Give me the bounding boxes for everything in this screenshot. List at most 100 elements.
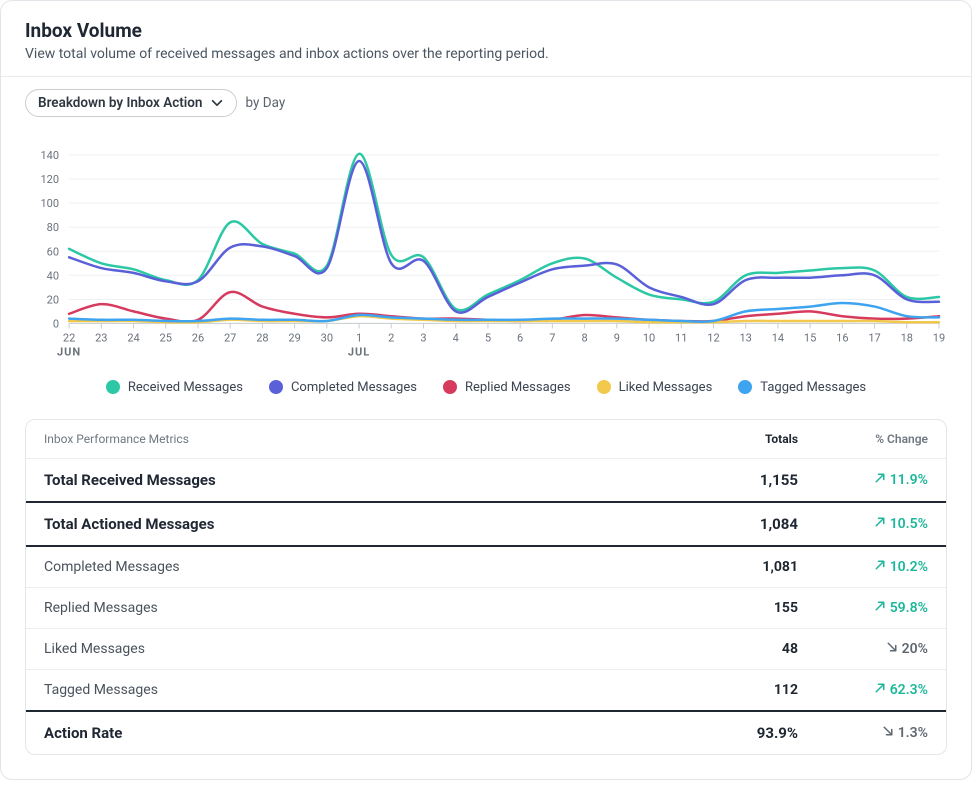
- svg-text:40: 40: [47, 269, 59, 282]
- legend-label: Received Messages: [128, 380, 243, 395]
- svg-text:13: 13: [739, 331, 751, 344]
- metric-change: 11.9%: [798, 472, 928, 488]
- controls-row: Breakdown by Inbox Action by Day: [1, 77, 971, 117]
- metric-change: 62.3%: [798, 682, 928, 698]
- legend-swatch: [443, 380, 457, 394]
- metric-label: Tagged Messages: [44, 682, 658, 698]
- breakdown-dropdown[interactable]: Breakdown by Inbox Action: [25, 89, 237, 117]
- inbox-volume-card: Inbox Volume View total volume of receiv…: [0, 0, 972, 780]
- metrics-row: Total Received Messages1,155 11.9%: [26, 459, 946, 503]
- metrics-header-change: % Change: [798, 432, 928, 446]
- svg-text:7: 7: [549, 331, 555, 344]
- legend-item[interactable]: Completed Messages: [269, 380, 417, 395]
- arrow-down-icon: [886, 641, 898, 657]
- metric-label: Replied Messages: [44, 600, 658, 616]
- metric-change: 10.2%: [798, 559, 928, 575]
- inbox-volume-chart: 02040608010012014022JUN23242526272829301…: [25, 135, 947, 366]
- chart-legend: Received Messages Completed Messages Repli…: [1, 374, 971, 415]
- metrics-row: Replied Messages155 59.8%: [26, 588, 946, 629]
- arrow-up-icon: [874, 682, 886, 698]
- metric-change-value: 10.5%: [890, 516, 928, 532]
- metric-change: 20%: [798, 641, 928, 657]
- metric-change-value: 1.3%: [898, 725, 928, 741]
- svg-text:JUN: JUN: [57, 345, 81, 358]
- metric-label: Action Rate: [44, 724, 658, 742]
- granularity-label: by Day: [245, 95, 285, 111]
- metric-total: 1,155: [658, 471, 798, 489]
- legend-label: Completed Messages: [291, 380, 417, 395]
- svg-text:11: 11: [675, 331, 687, 344]
- svg-text:8: 8: [581, 331, 587, 344]
- svg-text:6: 6: [517, 331, 523, 344]
- svg-text:3: 3: [420, 331, 426, 344]
- svg-text:24: 24: [127, 331, 139, 344]
- metrics-table: Inbox Performance Metrics Totals % Chang…: [25, 419, 947, 755]
- legend-swatch: [597, 380, 611, 394]
- metrics-row: Tagged Messages112 62.3%: [26, 670, 946, 712]
- svg-text:1: 1: [356, 331, 362, 344]
- svg-text:28: 28: [256, 331, 268, 344]
- metric-change-value: 11.9%: [890, 472, 928, 488]
- svg-text:17: 17: [868, 331, 880, 344]
- metric-change: 59.8%: [798, 600, 928, 616]
- svg-text:120: 120: [40, 173, 59, 186]
- card-title: Inbox Volume: [25, 19, 947, 42]
- arrow-up-icon: [874, 472, 886, 488]
- legend-label: Tagged Messages: [760, 380, 866, 395]
- legend-item[interactable]: Received Messages: [106, 380, 243, 395]
- arrow-up-icon: [874, 516, 886, 532]
- svg-text:60: 60: [47, 245, 59, 258]
- metric-change-value: 10.2%: [890, 559, 928, 575]
- metrics-row: Total Actioned Messages1,08410.5%: [26, 503, 946, 547]
- svg-text:19: 19: [933, 331, 945, 344]
- svg-text:29: 29: [288, 331, 300, 344]
- svg-text:0: 0: [53, 317, 59, 330]
- metrics-header-total: Totals: [658, 432, 798, 446]
- arrow-up-icon: [874, 559, 886, 575]
- svg-text:JUL: JUL: [348, 345, 370, 358]
- svg-text:5: 5: [485, 331, 491, 344]
- metrics-header-row: Inbox Performance Metrics Totals % Chang…: [26, 420, 946, 459]
- svg-text:80: 80: [47, 221, 59, 234]
- svg-text:15: 15: [804, 331, 816, 344]
- svg-text:9: 9: [614, 331, 620, 344]
- metric-label: Total Received Messages: [44, 471, 658, 489]
- card-header: Inbox Volume View total volume of receiv…: [1, 1, 971, 76]
- metric-total: 1,081: [658, 559, 798, 575]
- svg-text:27: 27: [224, 331, 236, 344]
- metrics-header-label: Inbox Performance Metrics: [44, 432, 658, 446]
- chevron-down-icon: [210, 96, 224, 110]
- legend-item[interactable]: Liked Messages: [597, 380, 713, 395]
- svg-text:26: 26: [192, 331, 204, 344]
- legend-swatch: [269, 380, 283, 394]
- metric-change: 1.3%: [798, 725, 928, 741]
- metrics-row: Liked Messages4820%: [26, 629, 946, 670]
- metric-total: 155: [658, 600, 798, 616]
- metric-total: 112: [658, 682, 798, 698]
- metric-label: Completed Messages: [44, 559, 658, 575]
- dropdown-label: Breakdown by Inbox Action: [38, 95, 202, 111]
- svg-text:20: 20: [47, 293, 59, 306]
- chart-container: 02040608010012014022JUN23242526272829301…: [1, 117, 971, 374]
- metrics-row: Action Rate93.9% 1.3%: [26, 712, 946, 754]
- legend-item[interactable]: Tagged Messages: [738, 380, 866, 395]
- svg-text:140: 140: [40, 149, 59, 162]
- legend-label: Replied Messages: [465, 380, 571, 395]
- legend-item[interactable]: Replied Messages: [443, 380, 571, 395]
- metric-change-value: 59.8%: [890, 600, 928, 616]
- legend-swatch: [106, 380, 120, 394]
- card-subtitle: View total volume of received messages a…: [25, 46, 947, 62]
- metric-label: Liked Messages: [44, 641, 658, 657]
- svg-text:14: 14: [772, 331, 784, 344]
- metric-change-value: 20%: [902, 641, 928, 657]
- metric-change-value: 62.3%: [890, 682, 928, 698]
- svg-text:18: 18: [901, 331, 913, 344]
- svg-text:12: 12: [707, 331, 719, 344]
- legend-swatch: [738, 380, 752, 394]
- metric-total: 1,084: [658, 515, 798, 533]
- arrow-down-icon: [882, 725, 894, 741]
- svg-text:22: 22: [63, 331, 75, 344]
- svg-text:23: 23: [95, 331, 107, 344]
- svg-text:100: 100: [40, 197, 59, 210]
- metric-total: 93.9%: [658, 724, 798, 742]
